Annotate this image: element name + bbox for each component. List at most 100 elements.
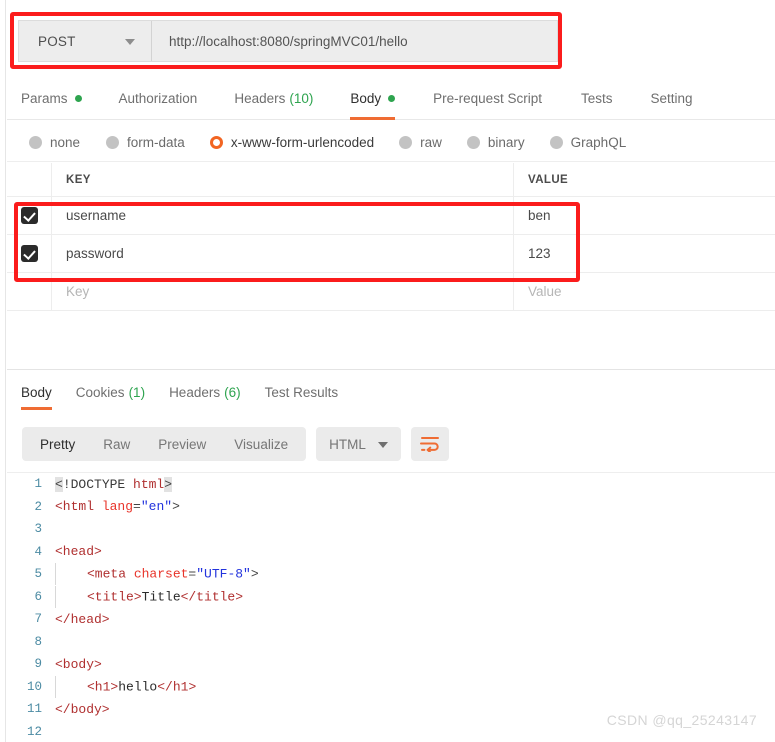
- wrap-text-icon: [419, 437, 439, 452]
- tab-tests[interactable]: Tests: [581, 78, 613, 120]
- new-value-input[interactable]: Value: [514, 273, 775, 310]
- response-tab-body-label: Body: [21, 384, 52, 400]
- body-type-radio-group: none form-data x-www-form-urlencoded raw…: [7, 124, 775, 162]
- row-value-cell[interactable]: ben: [514, 197, 775, 234]
- response-tab-headers[interactable]: Headers (6): [169, 372, 241, 412]
- form-data-table: KEY VALUE username ben password 123 Key …: [7, 163, 775, 311]
- code-line: 9 <body>: [7, 653, 775, 676]
- tab-body-label: Body: [350, 91, 382, 106]
- radio-form-data-label: form-data: [127, 135, 185, 150]
- url-bar: POST http://localhost:8080/springMVC01/h…: [18, 20, 558, 62]
- code-line: 7 </head>: [7, 608, 775, 631]
- viewer-mode-pretty[interactable]: Pretty: [26, 427, 89, 461]
- response-code-viewer[interactable]: 1 <!DOCTYPE html> 2 <html lang="en"> 3 4 <head…: [7, 472, 775, 742]
- code-token: "en": [140, 499, 173, 515]
- response-tab-body[interactable]: Body: [21, 372, 52, 412]
- code-token: <h1>: [87, 679, 119, 695]
- code-line-text: <body>: [55, 657, 775, 672]
- code-line: 6 <title>Title</title>: [7, 585, 775, 609]
- radio-graphql-icon: [549, 136, 563, 149]
- row-value-text: 123: [528, 246, 551, 261]
- radio-graphql[interactable]: GraphQL: [549, 135, 626, 150]
- code-token: lang: [101, 499, 134, 515]
- radio-form-data[interactable]: form-data: [106, 135, 185, 150]
- code-line-number: 10: [26, 679, 42, 694]
- code-line-text: <meta charset="UTF-8">: [55, 563, 775, 586]
- new-key-placeholder: Key: [66, 284, 90, 299]
- table-header-checkbox-cell: [7, 163, 52, 196]
- viewer-mode-preview[interactable]: Preview: [144, 427, 220, 461]
- code-line-number: 12: [26, 724, 42, 739]
- table-empty-area: [7, 315, 775, 370]
- code-line-text: <!DOCTYPE html>: [55, 476, 775, 492]
- row-checkbox-cell-empty: [7, 273, 52, 310]
- row-key-cell[interactable]: password: [52, 235, 514, 272]
- tab-authorization[interactable]: Authorization: [119, 78, 198, 120]
- code-token: Title: [141, 589, 181, 605]
- code-line-number: 7: [34, 612, 42, 627]
- radio-raw-icon: [399, 136, 413, 149]
- wrap-text-button[interactable]: [410, 427, 449, 461]
- tab-headers[interactable]: Headers (10): [234, 78, 313, 120]
- code-line-number: 5: [34, 567, 42, 582]
- tab-params-label: Params: [21, 91, 68, 106]
- viewer-mode-visualize[interactable]: Visualize: [220, 427, 302, 461]
- response-tab-headers-count: (6): [224, 384, 241, 400]
- code-line: 4 <head>: [7, 541, 775, 564]
- radio-none-icon: [29, 136, 42, 149]
- code-line-number: 4: [34, 544, 42, 559]
- table-header-row: KEY VALUE: [7, 163, 775, 197]
- http-method-dropdown[interactable]: POST: [19, 21, 152, 61]
- code-line-number: 8: [34, 634, 42, 649]
- code-token: <: [55, 476, 63, 492]
- tab-tests-label: Tests: [580, 91, 613, 106]
- table-header-key: KEY: [52, 163, 514, 196]
- url-input[interactable]: http://localhost:8080/springMVC01/hello: [152, 21, 557, 61]
- code-line-text: <title>Title</title>: [55, 585, 775, 608]
- request-tabs: Params Authorization Headers (10) Body P…: [7, 78, 775, 120]
- radio-binary-icon: [466, 136, 480, 149]
- tab-pre-request-script[interactable]: Pre-request Script: [433, 78, 542, 120]
- response-tab-headers-label: Headers: [169, 384, 221, 400]
- format-dropdown[interactable]: HTML: [316, 427, 401, 461]
- tab-headers-label: Headers: [234, 91, 286, 106]
- watermark: CSDN @qq_25243147: [606, 712, 757, 728]
- viewer-mode-group: Pretty Raw Preview Visualize: [22, 427, 307, 461]
- radio-none[interactable]: none: [29, 135, 80, 150]
- code-token: <title>: [87, 589, 142, 605]
- code-line-text: <head>: [55, 544, 775, 559]
- tab-body[interactable]: Body: [350, 78, 396, 120]
- code-line: 2 <html lang="en">: [7, 496, 775, 519]
- row-checkbox-username[interactable]: [20, 207, 38, 224]
- tab-params[interactable]: Params: [21, 78, 82, 120]
- radio-raw[interactable]: raw: [399, 135, 442, 150]
- new-value-placeholder: Value: [528, 284, 562, 299]
- row-checkbox-password[interactable]: [20, 245, 38, 262]
- viewer-mode-raw[interactable]: Raw: [89, 427, 144, 461]
- tab-pre-request-script-label: Pre-request Script: [433, 91, 542, 106]
- row-value-cell[interactable]: 123: [514, 235, 775, 272]
- indent-guide: [55, 675, 63, 698]
- status-dot-params: [74, 95, 82, 102]
- response-tab-cookies[interactable]: Cookies (1): [76, 372, 145, 412]
- code-line: 1 <!DOCTYPE html>: [7, 473, 775, 496]
- code-line: 8: [7, 631, 775, 654]
- code-token: <head>: [55, 544, 102, 560]
- code-line-number: 9: [34, 657, 42, 672]
- row-key-cell[interactable]: username: [52, 197, 514, 234]
- code-token: charset: [133, 566, 189, 582]
- radio-binary-label: binary: [487, 135, 525, 150]
- radio-x-www-form-urlencoded[interactable]: x-www-form-urlencoded: [209, 135, 374, 150]
- radio-binary[interactable]: binary: [466, 135, 525, 150]
- row-checkbox-cell: [7, 235, 52, 272]
- indent-guide: [55, 563, 63, 586]
- code-token: >: [250, 566, 259, 582]
- code-line-number: 6: [34, 589, 42, 604]
- code-token: >: [164, 476, 173, 492]
- code-line-text: <html lang="en">: [55, 499, 775, 514]
- code-line-number: 11: [26, 702, 42, 717]
- new-key-input[interactable]: Key: [52, 273, 514, 310]
- response-tab-test-results[interactable]: Test Results: [265, 372, 339, 412]
- tab-settings[interactable]: Setting: [650, 78, 692, 120]
- chevron-down-icon: [377, 442, 388, 448]
